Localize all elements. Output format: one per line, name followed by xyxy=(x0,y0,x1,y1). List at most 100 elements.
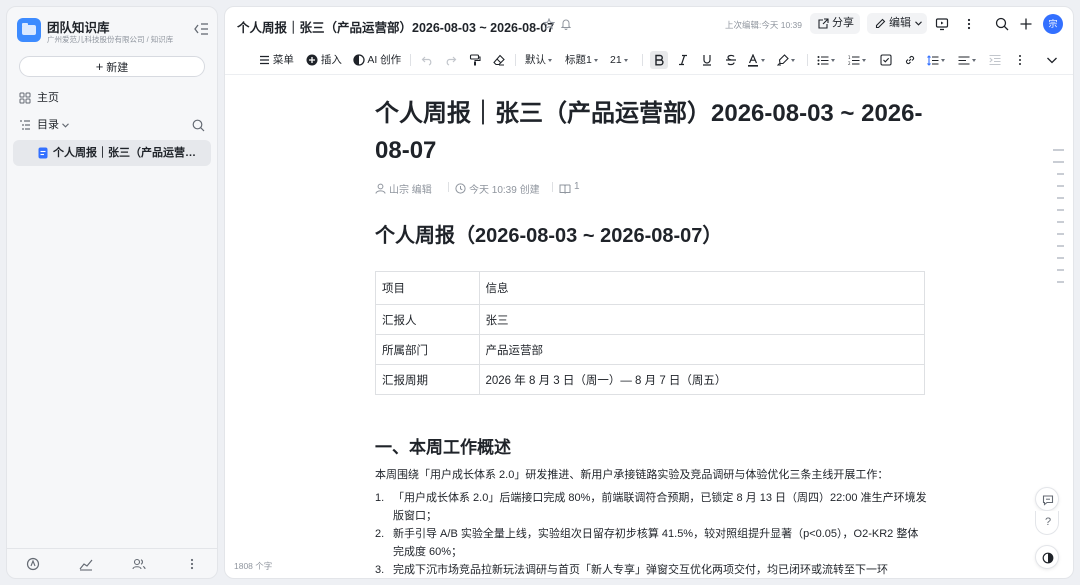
outline-mark[interactable] xyxy=(1057,221,1064,223)
help-button[interactable]: ? xyxy=(1035,511,1059,535)
search-icon[interactable] xyxy=(995,17,1009,31)
table-cell[interactable]: 信息 xyxy=(478,271,925,305)
format-painter-icon xyxy=(469,54,481,66)
outline-mark[interactable] xyxy=(1057,233,1064,235)
highlight-select[interactable] xyxy=(777,52,795,68)
collapse-toolbar-button[interactable] xyxy=(1043,51,1061,69)
list-item[interactable]: 3. 完成下沉市场竞品拉新玩法调研与首页「新人专享」弹窗交互优化两项交付，均已闭环… xyxy=(375,561,927,578)
comment-icon xyxy=(1042,495,1054,506)
collapse-sidebar-icon[interactable] xyxy=(193,22,209,36)
outline-mark[interactable] xyxy=(1053,161,1064,163)
insert-button[interactable]: 插入 xyxy=(306,52,342,68)
subsection-heading[interactable]: 一、本周工作概述 xyxy=(375,436,927,460)
caret-down-icon xyxy=(548,58,552,62)
analytics-icon[interactable] xyxy=(79,557,93,571)
outline-mark[interactable] xyxy=(1057,209,1064,211)
present-icon[interactable] xyxy=(935,17,949,31)
bell-icon[interactable] xyxy=(560,18,572,30)
table-cell[interactable]: 项目 xyxy=(375,271,480,305)
table-cell[interactable]: 2026 年 8 月 3 日（周一）— 8 月 7 日（周五） xyxy=(478,364,925,395)
ai-sparkle-icon[interactable] xyxy=(26,557,40,571)
members-icon[interactable] xyxy=(132,557,146,571)
table-cell[interactable]: 汇报周期 xyxy=(375,364,480,395)
caret-down-icon xyxy=(593,58,598,62)
indent-button[interactable] xyxy=(986,51,1004,69)
ai-create-button[interactable]: AI 创作 xyxy=(353,52,401,68)
table-cell[interactable]: 汇报人 xyxy=(375,304,480,335)
underline-button[interactable] xyxy=(698,51,716,69)
created-label: 今天 10:39 创建 xyxy=(469,185,540,196)
new-button[interactable]: + 新建 xyxy=(19,56,205,77)
theme-toggle-button[interactable] xyxy=(1035,545,1059,569)
clear-format-button[interactable] xyxy=(490,51,508,69)
outline-mark[interactable] xyxy=(1057,197,1064,199)
search-icon[interactable] xyxy=(192,119,205,132)
star-icon[interactable] xyxy=(543,18,555,30)
redo-icon xyxy=(446,56,457,66)
caret-down-icon xyxy=(941,58,945,62)
numbered-list-select[interactable]: 12 xyxy=(848,52,866,68)
strikethrough-button[interactable] xyxy=(722,51,740,69)
format-painter-button[interactable] xyxy=(466,51,484,69)
plus-icon[interactable] xyxy=(1019,17,1033,31)
heading-select[interactable]: 标题1 xyxy=(565,52,598,68)
list-item[interactable]: 2. 新手引导 A/B 实验全量上线，实验组次日留存初步核算 41.5%，较对照组… xyxy=(375,525,927,561)
plus-icon: + xyxy=(95,59,104,74)
sidebar-item-doc[interactable]: 个人周报｜张三（产品运营部）2026-08-03 ~ 2026-08-07 xyxy=(13,140,211,166)
outline-minimap[interactable] xyxy=(1053,149,1065,293)
align-left-icon xyxy=(958,56,970,65)
more-vertical-icon[interactable] xyxy=(962,17,976,31)
line-spacing-select[interactable] xyxy=(927,52,945,68)
sidebar-item-home[interactable]: 主页 xyxy=(13,86,211,110)
last-edited-status: 上次编辑:今天 10:39 xyxy=(725,20,802,30)
caret-down-icon xyxy=(623,58,628,62)
plus-circle-icon xyxy=(306,54,318,66)
share-button[interactable]: 分享 xyxy=(810,13,860,34)
header-doc-title[interactable]: 个人周报｜张三（产品运营部）2026-08-03 ~ 2026-08-07 xyxy=(237,17,554,36)
meta-divider xyxy=(552,182,553,192)
info-table[interactable]: 项目 信息 汇报人 张三 所属部门 产品运营部 汇报周期 2026 年 8 月 … xyxy=(375,271,925,395)
font-size-select[interactable]: 21 xyxy=(610,52,628,68)
bullet-list-select[interactable] xyxy=(817,52,835,68)
undo-button[interactable] xyxy=(418,51,436,69)
caret-down-icon xyxy=(831,58,835,62)
clock-icon xyxy=(455,183,466,194)
outline-mark[interactable] xyxy=(1057,257,1064,259)
edit-mode-button[interactable]: 编辑 xyxy=(867,13,927,34)
table-row: 汇报人 张三 xyxy=(375,304,925,335)
outline-mark[interactable] xyxy=(1057,173,1064,175)
outline-mark[interactable] xyxy=(1057,269,1064,271)
link-button[interactable] xyxy=(901,51,919,69)
task-list-button[interactable] xyxy=(877,51,895,69)
list-number: 3. xyxy=(375,564,385,576)
intro-paragraph[interactable]: 本周围绕「用户成长体系 2.0」研发推进、新用户承接链路实验及竞品调研与体验优化… xyxy=(375,466,927,484)
table-cell[interactable]: 张三 xyxy=(478,304,925,335)
font-color-select[interactable] xyxy=(747,52,765,68)
meta-divider xyxy=(448,182,449,192)
document-body[interactable]: 个人周报｜张三（产品运营部）2026-08-03 ~ 2026-08-07 山宗… xyxy=(375,95,927,578)
sidebar-item-toc[interactable]: 目录 xyxy=(13,113,211,137)
document-title[interactable]: 个人周报｜张三（产品运营部）2026-08-03 ~ 2026-08-07 xyxy=(375,95,927,169)
redo-button[interactable] xyxy=(442,51,460,69)
section-heading[interactable]: 个人周报（2026-08-03 ~ 2026-08-07） xyxy=(375,223,927,249)
comment-button[interactable] xyxy=(1035,487,1059,511)
outline-mark[interactable] xyxy=(1053,149,1064,151)
more-vertical-icon[interactable] xyxy=(185,557,199,571)
avatar[interactable]: 宗 xyxy=(1043,14,1063,34)
more-tools-button[interactable] xyxy=(1011,51,1029,69)
table-cell[interactable]: 所属部门 xyxy=(375,334,480,365)
knowledge-base-header[interactable]: 团队知识库 广州爱范儿科技股份有限公司 / 知识库 xyxy=(17,17,209,47)
font-family-select[interactable]: 默认 xyxy=(525,52,552,68)
bold-button[interactable] xyxy=(650,51,668,69)
user-icon xyxy=(375,183,386,194)
outline-mark[interactable] xyxy=(1057,245,1064,247)
sidebar-item-label: 主页 xyxy=(37,92,59,104)
outline-mark[interactable] xyxy=(1057,281,1064,283)
italic-button[interactable] xyxy=(674,51,692,69)
list-item[interactable]: 1. 「用户成长体系 2.0」后端接口完成 80%，前端联调符合预期，已锁定 8 … xyxy=(375,489,927,525)
align-select[interactable] xyxy=(958,52,976,68)
undo-icon xyxy=(421,56,432,66)
outline-mark[interactable] xyxy=(1057,185,1064,187)
table-cell[interactable]: 产品运营部 xyxy=(478,334,925,365)
menu-button[interactable]: 菜单 xyxy=(259,52,294,68)
